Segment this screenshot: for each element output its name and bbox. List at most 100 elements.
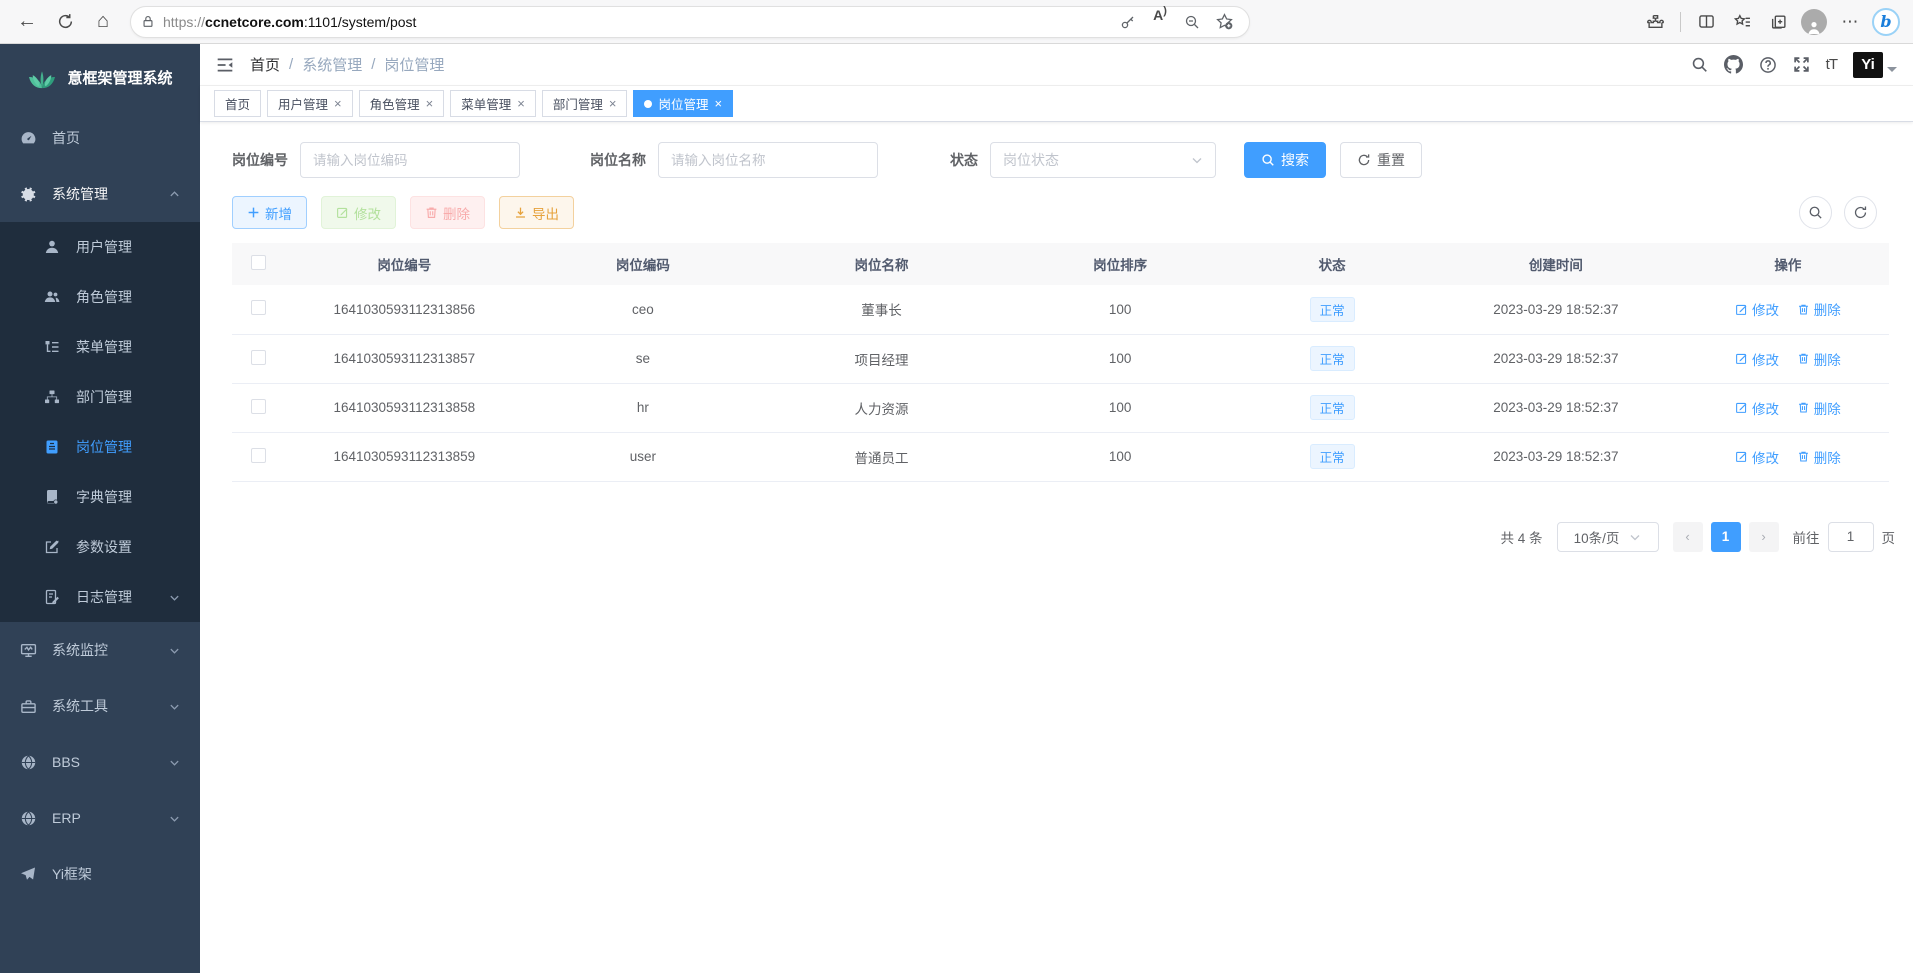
- post-name-input[interactable]: [658, 142, 878, 178]
- edit-button[interactable]: 修改: [321, 196, 396, 229]
- sidebar-item-yi-framework[interactable]: Yi框架: [0, 846, 200, 902]
- sidebar-item-bbs[interactable]: BBS: [0, 734, 200, 790]
- next-page-button[interactable]: ›: [1749, 522, 1779, 552]
- copilot-icon[interactable]: b: [1869, 5, 1903, 39]
- sidebar-item-erp[interactable]: ERP: [0, 790, 200, 846]
- zoom-out-icon[interactable]: [1177, 7, 1207, 37]
- add-button[interactable]: 新增: [232, 196, 307, 229]
- export-button[interactable]: 导出: [499, 196, 574, 229]
- read-aloud-icon[interactable]: A): [1145, 7, 1175, 37]
- close-icon[interactable]: ×: [609, 96, 617, 111]
- close-icon[interactable]: ×: [426, 96, 434, 111]
- tab-role-mgmt[interactable]: 角色管理×: [359, 90, 445, 117]
- row-edit-link[interactable]: 修改: [1735, 299, 1779, 319]
- header-search-icon[interactable]: [1691, 56, 1708, 73]
- cell-post-id: 1641030593112313857: [285, 334, 524, 383]
- row-delete-link[interactable]: 删除: [1797, 299, 1841, 319]
- monitor-icon: [20, 642, 38, 659]
- prev-page-button[interactable]: ‹: [1673, 522, 1703, 552]
- fullscreen-icon[interactable]: [1793, 56, 1810, 73]
- favorites-bar-icon[interactable]: [1725, 5, 1759, 39]
- col-post-code: 岗位编码: [524, 243, 763, 285]
- favorites-add-icon[interactable]: [1209, 7, 1239, 37]
- split-screen-icon[interactable]: [1689, 5, 1723, 39]
- row-edit-link[interactable]: 修改: [1735, 349, 1779, 369]
- browser-home-icon[interactable]: ⌂: [86, 5, 120, 39]
- close-icon[interactable]: ×: [714, 96, 722, 111]
- row-checkbox[interactable]: [251, 399, 266, 414]
- close-icon[interactable]: ×: [517, 96, 525, 111]
- table-row[interactable]: 1641030593112313856 ceo 董事长 100 正常 2023-…: [232, 285, 1889, 334]
- tab-label: 用户管理: [278, 94, 328, 113]
- text-size-icon[interactable]: tT: [1826, 56, 1837, 73]
- sidebar-item-post-mgmt[interactable]: 岗位管理: [0, 422, 200, 472]
- sidebar-item-label: 首页: [52, 128, 80, 148]
- tab-dept-mgmt[interactable]: 部门管理×: [542, 90, 628, 117]
- refresh-table-button[interactable]: [1844, 196, 1877, 229]
- post-code-input[interactable]: [300, 142, 520, 178]
- address-bar[interactable]: https://ccnetcore.com:1101/system/post A…: [130, 6, 1250, 38]
- app-logo[interactable]: 意框架管理系统: [0, 44, 200, 110]
- close-icon[interactable]: ×: [334, 96, 342, 111]
- sidebar-item-home[interactable]: 首页: [0, 110, 200, 166]
- status-select-placeholder: 岗位状态: [1003, 150, 1059, 170]
- sidebar-item-dict-mgmt[interactable]: 字典管理: [0, 472, 200, 522]
- sidebar-item-user-mgmt[interactable]: 用户管理: [0, 222, 200, 272]
- sidebar-collapse-icon[interactable]: [216, 56, 234, 74]
- edit-link-label: 修改: [1752, 398, 1779, 418]
- browser-refresh-icon[interactable]: [48, 5, 82, 39]
- paper-plane-icon: [20, 866, 38, 882]
- github-icon[interactable]: [1724, 55, 1743, 74]
- row-delete-link[interactable]: 删除: [1797, 398, 1841, 418]
- select-all-checkbox[interactable]: [251, 255, 266, 270]
- status-select[interactable]: 岗位状态: [990, 142, 1216, 178]
- page-number-1[interactable]: 1: [1711, 522, 1741, 552]
- sidebar-item-menu-mgmt[interactable]: 菜单管理: [0, 322, 200, 372]
- log-document-icon: [44, 589, 62, 605]
- row-edit-link[interactable]: 修改: [1735, 447, 1779, 467]
- row-checkbox[interactable]: [251, 448, 266, 463]
- show-search-toggle-button[interactable]: [1799, 196, 1832, 229]
- globe-icon: [20, 810, 38, 827]
- search-button[interactable]: 搜索: [1244, 142, 1326, 178]
- browser-menu-ellipsis-icon[interactable]: ⋯: [1833, 5, 1867, 39]
- sidebar-item-system-tools[interactable]: 系统工具: [0, 678, 200, 734]
- row-checkbox[interactable]: [251, 350, 266, 365]
- sidebar-item-label: 系统监控: [52, 640, 108, 660]
- collections-icon[interactable]: [1761, 5, 1795, 39]
- sidebar-item-system-mgmt[interactable]: 系统管理: [0, 166, 200, 222]
- delete-link-label: 删除: [1814, 299, 1841, 319]
- browser-profile-avatar[interactable]: [1797, 5, 1831, 39]
- table-row[interactable]: 1641030593112313859 user 普通员工 100 正常 202…: [232, 432, 1889, 481]
- sidebar-item-role-mgmt[interactable]: 角色管理: [0, 272, 200, 322]
- user-avatar[interactable]: Yi: [1853, 52, 1897, 78]
- sidebar-item-system-monitor[interactable]: 系统监控: [0, 622, 200, 678]
- cell-post-code: user: [524, 432, 763, 481]
- table-row[interactable]: 1641030593112313858 hr 人力资源 100 正常 2023-…: [232, 383, 1889, 432]
- sidebar-item-dept-mgmt[interactable]: 部门管理: [0, 372, 200, 422]
- breadcrumb-home[interactable]: 首页: [250, 54, 280, 75]
- status-badge: 正常: [1310, 395, 1355, 420]
- row-edit-link[interactable]: 修改: [1735, 398, 1779, 418]
- page-size-select[interactable]: 10条/页: [1557, 522, 1659, 552]
- row-delete-link[interactable]: 删除: [1797, 447, 1841, 467]
- total-count: 共 4 条: [1500, 527, 1542, 547]
- browser-back-icon[interactable]: ←: [10, 5, 44, 39]
- reset-button[interactable]: 重置: [1340, 142, 1422, 178]
- row-delete-link[interactable]: 删除: [1797, 349, 1841, 369]
- help-question-icon[interactable]: [1759, 56, 1777, 74]
- sidebar-item-log-mgmt[interactable]: 日志管理: [0, 572, 200, 622]
- tab-home[interactable]: 首页: [214, 90, 261, 117]
- table-row[interactable]: 1641030593112313857 se 项目经理 100 正常 2023-…: [232, 334, 1889, 383]
- row-checkbox[interactable]: [251, 300, 266, 315]
- tab-user-mgmt[interactable]: 用户管理 ×: [267, 90, 353, 117]
- tab-menu-mgmt[interactable]: 菜单管理×: [450, 90, 536, 117]
- cell-post-code: hr: [524, 383, 763, 432]
- cell-created: 2023-03-29 18:52:37: [1425, 285, 1687, 334]
- password-key-icon[interactable]: [1113, 7, 1143, 37]
- delete-button[interactable]: 删除: [410, 196, 485, 229]
- extensions-icon[interactable]: [1638, 5, 1672, 39]
- goto-page-input[interactable]: [1828, 522, 1874, 552]
- sidebar-item-param-settings[interactable]: 参数设置: [0, 522, 200, 572]
- tab-post-mgmt[interactable]: 岗位管理×: [633, 90, 733, 117]
